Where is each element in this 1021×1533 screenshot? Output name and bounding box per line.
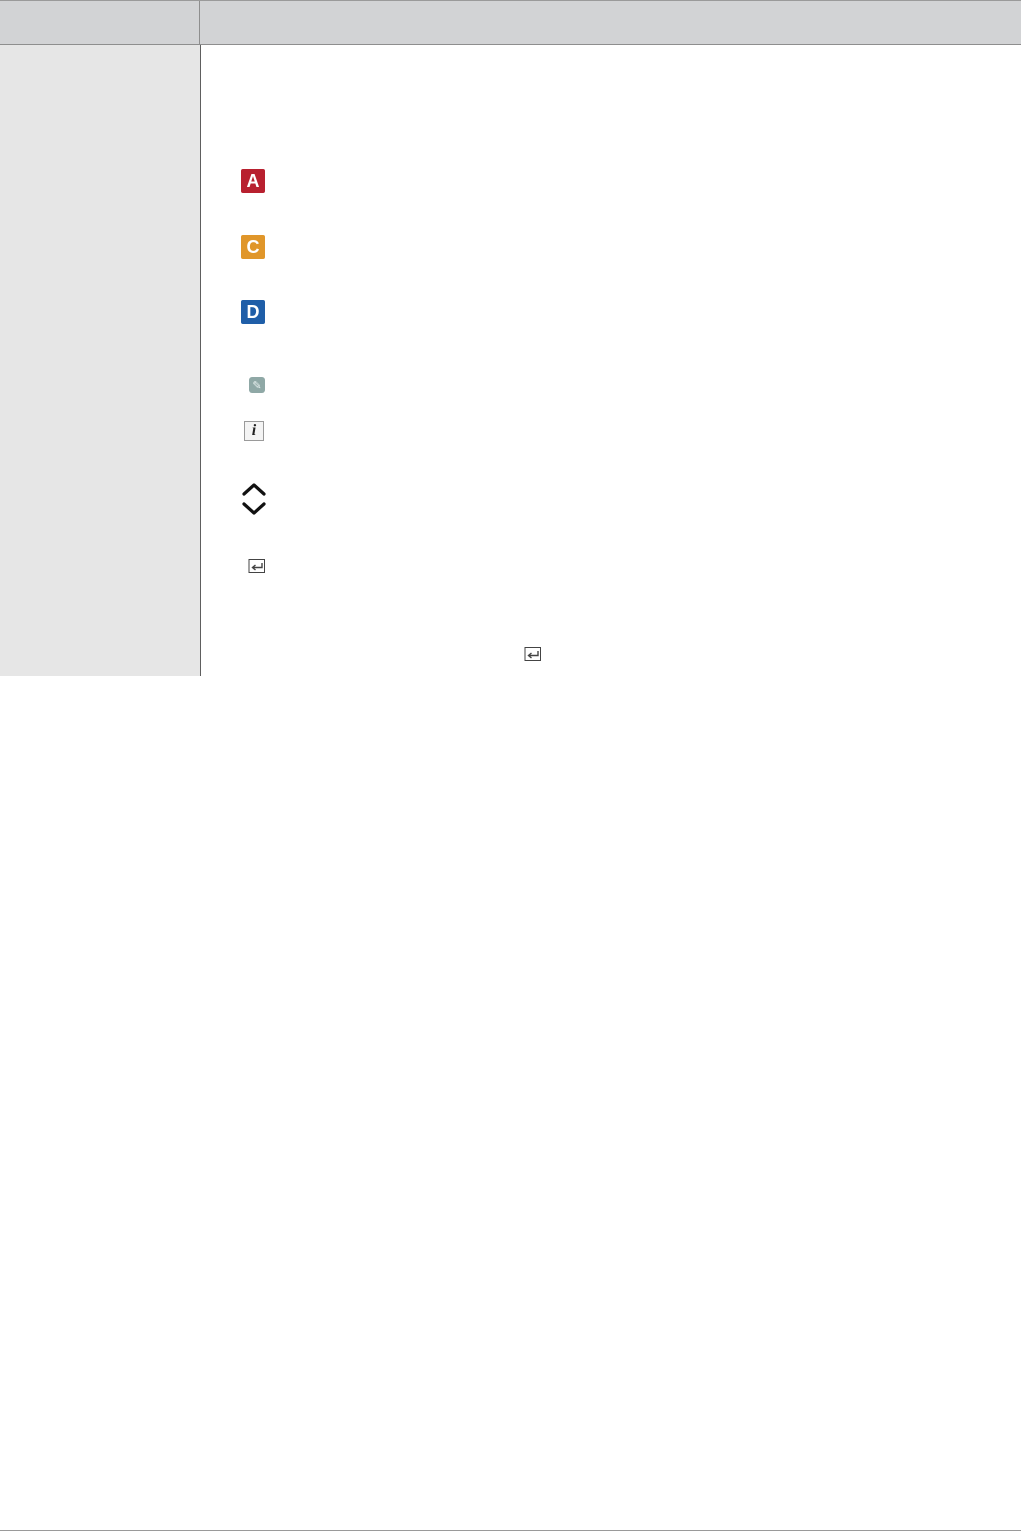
pencil-glyph: ✎ [252, 379, 262, 392]
enter-svg [248, 559, 265, 573]
blue-d-letter: D [246, 301, 260, 322]
pencil-icon: ✎ [249, 377, 265, 393]
up-down-arrow-icon [241, 481, 267, 517]
enter-icon-inline [523, 646, 543, 662]
page-footer-rule [0, 1530, 1021, 1531]
table-row: A C D ✎ i [0, 45, 1021, 676]
row-description-cell: A C D ✎ i [201, 45, 1021, 676]
info-glyph: i [251, 422, 257, 439]
up-down-arrow-svg [242, 483, 266, 515]
enter-inline-svg [524, 647, 541, 661]
settings-table: A C D ✎ i [0, 0, 1021, 676]
yellow-c-button-icon: C [241, 235, 265, 259]
info-icon: i [244, 421, 264, 441]
red-a-button-icon: A [241, 169, 265, 193]
table-header [0, 1, 1021, 45]
red-a-letter: A [246, 170, 260, 191]
yellow-c-letter: C [246, 236, 260, 257]
row-label-cell [0, 45, 201, 676]
header-cell-name [0, 1, 200, 44]
blue-d-button-icon: D [241, 300, 265, 324]
enter-icon [247, 558, 267, 574]
header-cell-description [200, 1, 1021, 44]
